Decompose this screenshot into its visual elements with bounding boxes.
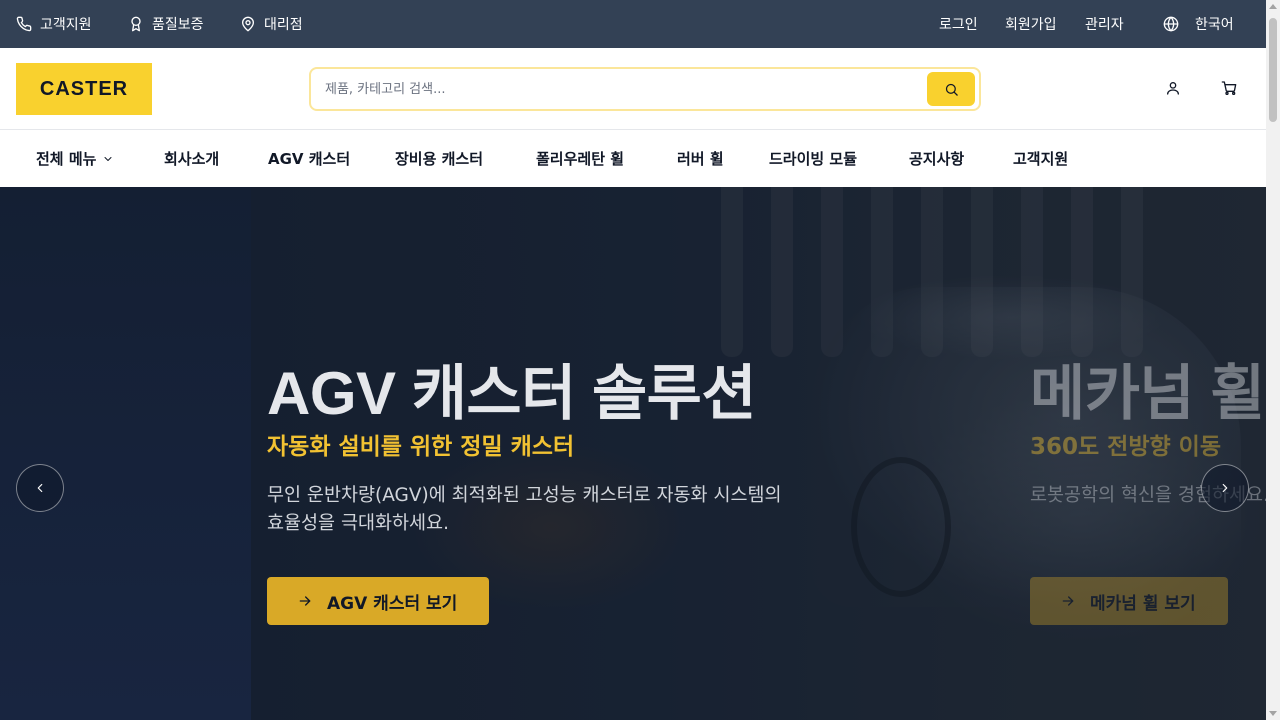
hero-cta-label: AGV 캐스터 보기 bbox=[327, 593, 458, 614]
hero-next-cta-label: 메카넘 휠 보기 bbox=[1090, 593, 1196, 614]
user-icon bbox=[1167, 82, 1179, 95]
top-bar: 고객지원 품질보증 대리점 로그인 회원가입 관리자 한국어 bbox=[0, 0, 1280, 48]
hero-cta-button[interactable]: AGV 캐스터 보기 bbox=[267, 577, 490, 625]
signup-link[interactable]: 회원가입 bbox=[1005, 0, 1057, 48]
scroll-up-arrow[interactable] bbox=[1269, 4, 1277, 9]
logo-text: CASTER bbox=[39, 77, 129, 100]
nav-item-driving-module[interactable]: 드라이빙 모듈 bbox=[769, 130, 857, 187]
main-nav: 전체 메뉴 회사소개 AGV 캐스터 장비용 캐스터 폴리우레탄 휠 러버 휠 … bbox=[0, 130, 1266, 187]
cart-icon bbox=[1221, 81, 1237, 95]
page-scrollbar[interactable] bbox=[1266, 0, 1280, 720]
hero-description: 무인 운반차량(AGV)에 최적화된 고성능 캐스터로 자동화 시스템의 효율성… bbox=[267, 485, 782, 534]
account-button[interactable] bbox=[1165, 80, 1183, 98]
support-link-label: 고객지원 bbox=[40, 17, 92, 33]
cart-button[interactable] bbox=[1221, 80, 1239, 98]
award-icon bbox=[131, 16, 141, 32]
scroll-down-arrow[interactable] bbox=[1269, 711, 1277, 716]
nav-item-polyurethane-wheel[interactable]: 폴리우레탄 휠 bbox=[536, 130, 624, 187]
map-pin-icon bbox=[242, 16, 254, 32]
dealer-link-label: 대리점 bbox=[264, 17, 303, 33]
dealer-link[interactable]: 대리점 bbox=[240, 0, 303, 48]
hero-title: AGV 캐스터 솔루션 bbox=[267, 360, 757, 427]
arrow-right-icon bbox=[299, 596, 311, 606]
all-menu-label: 전체 메뉴 bbox=[36, 150, 97, 168]
chevron-down-icon bbox=[104, 156, 112, 161]
phone-icon bbox=[16, 16, 32, 32]
nav-item-rubber-wheel[interactable]: 러버 휠 bbox=[677, 130, 724, 187]
warranty-link-label: 품질보증 bbox=[152, 17, 204, 33]
search-bar bbox=[309, 67, 981, 111]
support-link[interactable]: 고객지원 bbox=[16, 0, 92, 48]
scroll-thumb[interactable] bbox=[1269, 18, 1277, 122]
hero-side-panel bbox=[0, 187, 251, 720]
search-input[interactable] bbox=[325, 69, 915, 109]
language-selector[interactable]: 한국어 bbox=[1163, 0, 1234, 48]
chevron-right-icon bbox=[1222, 483, 1228, 493]
admin-link[interactable]: 관리자 bbox=[1085, 0, 1124, 48]
nav-item-about[interactable]: 회사소개 bbox=[164, 130, 219, 187]
logo[interactable]: CASTER bbox=[16, 63, 152, 115]
login-link[interactable]: 로그인 bbox=[939, 0, 978, 48]
hero-slide-active: AGV 캐스터 솔루션 자동화 설비를 위한 정밀 캐스터 무인 운반차량(AG… bbox=[267, 187, 1027, 720]
carousel-next-button[interactable] bbox=[1201, 464, 1249, 512]
search-icon bbox=[945, 83, 958, 96]
arrow-right-icon bbox=[1062, 596, 1074, 606]
all-menu-button[interactable]: 전체 메뉴 bbox=[36, 130, 114, 187]
nav-item-notice[interactable]: 공지사항 bbox=[909, 130, 964, 187]
globe-icon bbox=[1163, 16, 1179, 32]
carousel-prev-button[interactable] bbox=[16, 464, 64, 512]
search-button[interactable] bbox=[927, 72, 975, 106]
hero-next-subtitle: 360도 전방향 이동 bbox=[1030, 434, 1221, 460]
hero-subtitle: 자동화 설비를 위한 정밀 캐스터 bbox=[267, 434, 575, 460]
hero-next-cta-button[interactable]: 메카넘 휠 보기 bbox=[1030, 577, 1228, 625]
hero-slide-next: 메카넘 휠 360도 전방향 이동 로봇공학의 혁신을 경험하세요. 완전한 이… bbox=[1030, 187, 1266, 720]
hero-carousel: AGV 캐스터 솔루션 자동화 설비를 위한 정밀 캐스터 무인 운반차량(AG… bbox=[0, 187, 1266, 720]
site-header: CASTER bbox=[0, 48, 1266, 130]
language-label: 한국어 bbox=[1195, 17, 1234, 33]
nav-item-agv-caster[interactable]: AGV 캐스터 bbox=[268, 130, 350, 187]
warranty-link[interactable]: 품질보증 bbox=[128, 0, 204, 48]
hero-next-title: 메카넘 휠 bbox=[1030, 360, 1265, 427]
chevron-left-icon bbox=[37, 483, 43, 493]
nav-item-equipment-caster[interactable]: 장비용 캐스터 bbox=[395, 130, 483, 187]
nav-item-support[interactable]: 고객지원 bbox=[1013, 130, 1068, 187]
